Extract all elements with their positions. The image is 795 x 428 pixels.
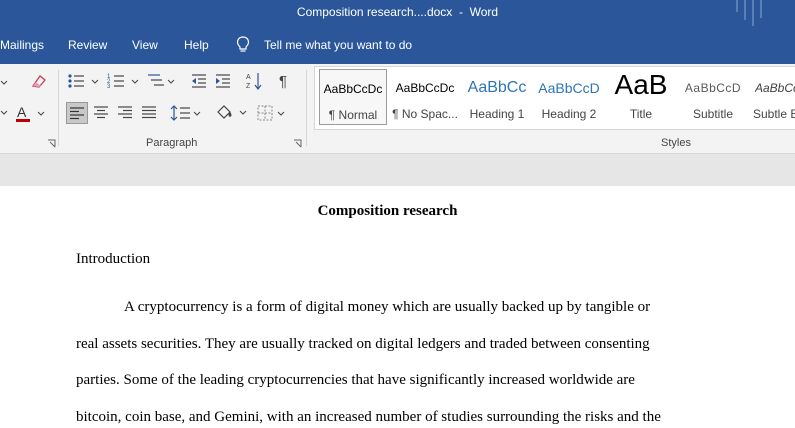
style-name: Heading 2 [541,107,597,121]
justify-icon[interactable] [140,104,158,122]
align-right-icon[interactable] [116,104,134,122]
increase-indent-icon[interactable] [214,72,232,90]
style-name: ¶ No Spac... [392,107,458,121]
svg-text:A: A [17,104,27,120]
tell-me-text: Tell me what you want to do [264,38,413,52]
tab-mailings[interactable]: Mailings [0,38,44,52]
align-left-button[interactable] [66,102,88,124]
paragraph-line: A cryptocurrency is a form of digital mo… [124,299,651,315]
style-preview: AaBbCcD [538,80,600,96]
svg-text:¶: ¶ [279,73,287,90]
highlight-dropdown-icon[interactable] [0,108,10,118]
font-size-dropdown-icon[interactable] [0,78,10,88]
group-separator [306,70,307,146]
document-page[interactable]: Composition research Introduction A cryp… [0,186,795,428]
styles-group-label: Styles [661,137,691,149]
style-normal[interactable]: AaBbCcDc ¶ Normal [319,69,387,125]
multilevel-list-icon[interactable] [146,72,178,90]
sort-icon[interactable]: A Z [246,71,264,91]
bullets-icon[interactable] [66,72,102,90]
group-separator [58,70,59,146]
style-name: Title [629,107,653,121]
style-title[interactable]: AaB Title [607,69,675,125]
paragraph-group-label: Paragraph [146,137,198,149]
tab-review[interactable]: Review [68,38,107,52]
title-bar-decoration [736,0,762,26]
paragraph-line: real assets securities. They are usually… [76,336,650,352]
borders-icon[interactable] [256,104,288,122]
style-preview: AaBbCcD [684,81,742,95]
style-subtitle[interactable]: AaBbCcD Subtitle [679,69,747,125]
style-preview: AaB [614,69,668,100]
styles-gallery: AaBbCcDc ¶ Normal AaBbCcDc ¶ No Spac... … [314,66,795,130]
paragraph-line: parties. Some of the leading cryptocurre… [76,372,635,388]
style-no-spacing[interactable]: AaBbCcDc ¶ No Spac... [391,69,459,125]
style-heading-1[interactable]: AaBbCc Heading 1 [463,69,531,125]
ribbon-tabs: Mailings Review View Help Tell me what y… [0,26,795,64]
style-subtle-emphasis[interactable]: AaBbCcI Subtle E [751,69,795,125]
style-preview: AaBbCcI [755,81,795,95]
svg-text:Z: Z [246,83,251,90]
lightbulb-icon [236,36,250,52]
pilcrow-icon[interactable]: ¶ [278,72,292,90]
font-color-icon[interactable]: A [14,104,48,124]
style-name: Subtle E [753,107,795,121]
tab-help[interactable]: Help [184,38,209,52]
style-heading-2[interactable]: AaBbCcD Heading 2 [535,69,603,125]
document-heading: Introduction [76,251,151,267]
window-title: Composition research....docx - Word [296,5,499,19]
style-name: ¶ Normal [328,108,378,122]
style-preview: AaBbCcDc [395,81,455,95]
style-name: Heading 1 [469,107,525,121]
clear-formatting-icon[interactable] [30,72,48,90]
line-spacing-icon[interactable] [170,104,202,122]
decrease-indent-icon[interactable] [190,72,208,90]
style-preview: AaBbCcDc [323,82,383,96]
center-icon[interactable] [92,104,110,122]
paragraph-line: bitcoin, coin base, and Gemini, with an … [76,409,661,425]
align-left-icon [70,107,84,120]
document-title: Composition research [317,203,458,219]
style-preview: AaBbCc [467,79,527,96]
svg-text:3: 3 [107,84,111,90]
paragraph-dialog-launcher-icon[interactable] [293,139,302,148]
numbering-icon[interactable]: 1 2 3 [106,72,142,90]
svg-text:A: A [246,74,251,81]
style-name: Subtitle [692,107,734,121]
title-bar: Composition research....docx - Word [0,0,795,26]
shading-icon[interactable] [214,102,250,122]
document-background [0,154,795,186]
font-dialog-launcher-icon[interactable] [47,139,56,148]
ribbon: A 1 2 3 A Z ¶ Paragraph AaBbCcDc ¶ Norma… [0,64,795,154]
tab-view[interactable]: View [132,38,158,52]
